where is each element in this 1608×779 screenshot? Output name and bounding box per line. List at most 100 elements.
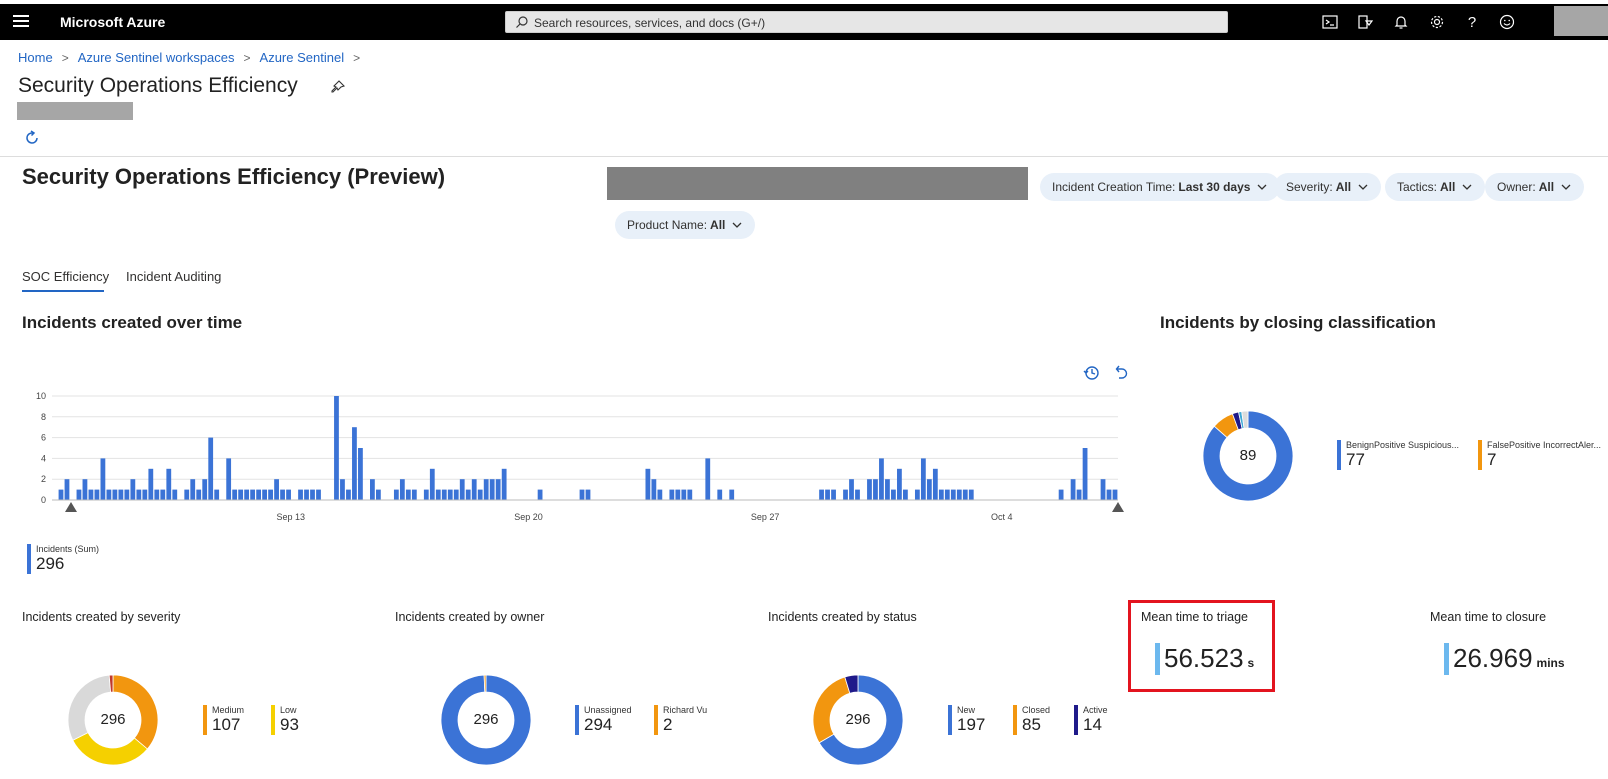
time-brush-history-icon[interactable] xyxy=(1083,364,1101,382)
undo-zoom-icon[interactable] xyxy=(1112,364,1130,382)
range-end-handle[interactable] xyxy=(1112,502,1124,512)
tab-soc-efficiency[interactable]: SOC Efficiency xyxy=(22,269,109,284)
bar[interactable] xyxy=(370,479,375,500)
bar[interactable] xyxy=(489,479,495,500)
bar[interactable] xyxy=(399,479,405,500)
bar[interactable] xyxy=(471,479,477,500)
search-input[interactable] xyxy=(534,14,1214,31)
bar[interactable] xyxy=(914,489,920,500)
bar[interactable] xyxy=(124,489,130,500)
bar[interactable] xyxy=(453,489,459,500)
bar[interactable] xyxy=(82,479,88,500)
bar[interactable] xyxy=(920,458,926,500)
range-start-handle[interactable] xyxy=(65,502,77,512)
bar[interactable] xyxy=(537,489,543,500)
bar[interactable] xyxy=(956,489,962,500)
bar[interactable] xyxy=(459,479,465,500)
donut-slice[interactable] xyxy=(67,674,112,741)
bar[interactable] xyxy=(950,489,956,500)
filter-incident-creation-time[interactable]: Incident Creation Time: Last 30 days xyxy=(1040,173,1281,201)
bar[interactable] xyxy=(100,458,106,500)
bar[interactable] xyxy=(441,489,447,500)
bar[interactable] xyxy=(76,489,82,500)
pin-icon[interactable] xyxy=(330,79,346,95)
bar[interactable] xyxy=(94,489,100,500)
bar[interactable] xyxy=(657,489,663,500)
bar[interactable] xyxy=(280,489,285,500)
bar[interactable] xyxy=(142,489,148,500)
bar[interactable] xyxy=(346,489,351,500)
bar[interactable] xyxy=(250,489,256,500)
bar[interactable] xyxy=(903,489,908,500)
bar[interactable] xyxy=(316,489,321,500)
bar[interactable] xyxy=(501,468,507,500)
bar[interactable] xyxy=(112,489,118,500)
bar[interactable] xyxy=(729,489,735,500)
bar[interactable] xyxy=(932,468,938,500)
bar[interactable] xyxy=(238,489,244,500)
bar[interactable] xyxy=(669,489,675,500)
bar[interactable] xyxy=(148,468,154,500)
bar[interactable] xyxy=(375,489,381,500)
filter-severity[interactable]: Severity: All xyxy=(1274,173,1382,201)
bar[interactable] xyxy=(687,489,693,500)
donut-slice[interactable] xyxy=(812,676,851,744)
bar[interactable] xyxy=(304,489,309,500)
directory-filter-icon[interactable] xyxy=(1355,12,1375,32)
bar[interactable] xyxy=(1058,489,1064,500)
bar[interactable] xyxy=(651,479,657,500)
bar[interactable] xyxy=(879,458,884,500)
bar[interactable] xyxy=(190,479,196,500)
account-avatar[interactable] xyxy=(1554,6,1608,36)
settings-icon[interactable] xyxy=(1427,12,1447,32)
bar[interactable] xyxy=(136,489,142,500)
bar[interactable] xyxy=(843,489,848,500)
bar[interactable] xyxy=(962,489,968,500)
filter-owner[interactable]: Owner: All xyxy=(1485,173,1585,201)
bar[interactable] xyxy=(885,479,890,500)
bar[interactable] xyxy=(262,489,267,500)
bar[interactable] xyxy=(926,479,932,500)
bar[interactable] xyxy=(1082,448,1088,500)
bar[interactable] xyxy=(352,427,357,500)
bar[interactable] xyxy=(891,489,896,500)
breadcrumb-sentinel-workspaces[interactable]: Azure Sentinel workspaces xyxy=(78,50,235,65)
bar[interactable] xyxy=(256,489,262,500)
bar[interactable] xyxy=(340,479,345,500)
bar[interactable] xyxy=(897,468,902,500)
bar[interactable] xyxy=(495,479,501,500)
brand-name[interactable]: Microsoft Azure xyxy=(60,14,165,30)
bar[interactable] xyxy=(130,479,136,500)
bar[interactable] xyxy=(106,489,112,500)
bar[interactable] xyxy=(435,489,441,500)
bar[interactable] xyxy=(64,479,70,500)
bar[interactable] xyxy=(232,489,238,500)
bar[interactable] xyxy=(160,489,166,500)
bar[interactable] xyxy=(675,489,681,500)
bar[interactable] xyxy=(184,489,190,500)
bar[interactable] xyxy=(411,489,417,500)
bar[interactable] xyxy=(334,396,339,500)
bar[interactable] xyxy=(717,489,723,500)
bar[interactable] xyxy=(1070,479,1076,500)
bar[interactable] xyxy=(358,448,363,500)
help-icon[interactable]: ? xyxy=(1462,12,1482,32)
filter-tactics[interactable]: Tactics: All xyxy=(1385,173,1486,201)
bar[interactable] xyxy=(244,489,250,500)
bar[interactable] xyxy=(208,437,214,500)
bar[interactable] xyxy=(855,489,860,500)
bar[interactable] xyxy=(831,489,836,500)
bar[interactable] xyxy=(944,489,950,500)
bar[interactable] xyxy=(214,489,220,500)
bar[interactable] xyxy=(585,489,591,500)
bar[interactable] xyxy=(579,489,585,500)
bar[interactable] xyxy=(393,489,399,500)
menu-icon[interactable] xyxy=(13,15,29,29)
bar[interactable] xyxy=(310,489,315,500)
bar[interactable] xyxy=(405,489,411,500)
bar[interactable] xyxy=(873,479,878,500)
bar[interactable] xyxy=(465,489,471,500)
bar[interactable] xyxy=(429,468,435,500)
cloud-shell-icon[interactable] xyxy=(1320,12,1340,32)
bar[interactable] xyxy=(1076,489,1082,500)
